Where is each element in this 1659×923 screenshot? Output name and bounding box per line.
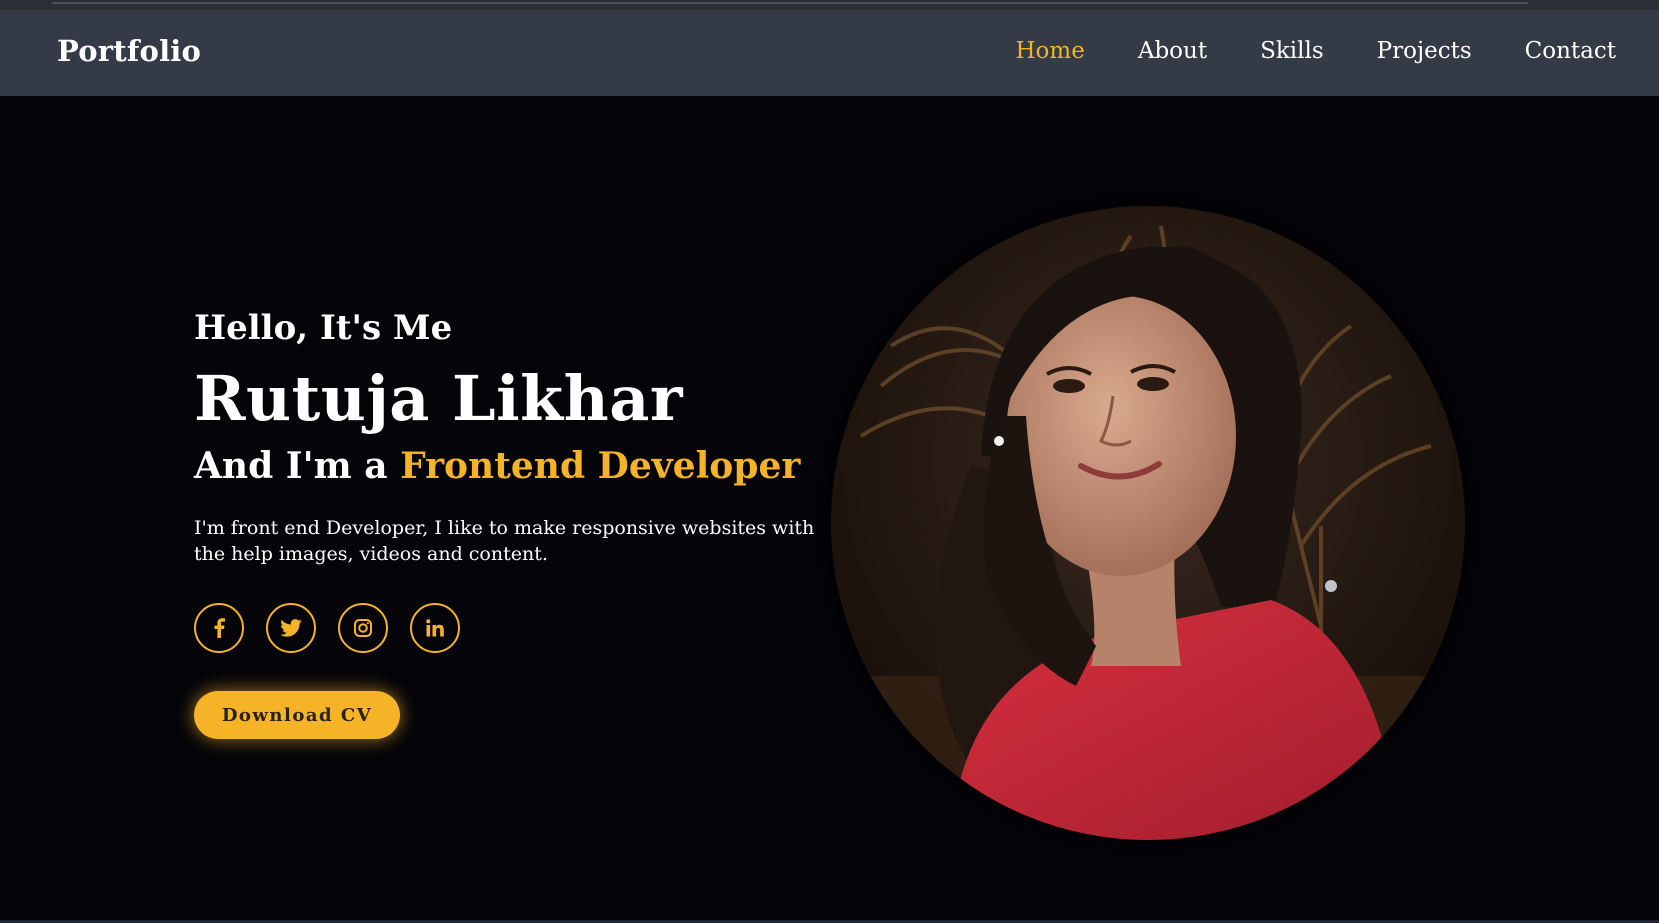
hero-name: Rutuja Likhar [194,362,684,435]
profile-photo-illustration [831,206,1465,840]
hero-greeting: Hello, It's Me [194,308,453,348]
facebook-icon [214,618,225,638]
nav-projects[interactable]: Projects [1377,38,1472,64]
nav-about[interactable]: About [1138,38,1207,64]
twitter-link[interactable] [266,603,316,653]
logo[interactable]: Portfolio [57,34,201,68]
linkedin-icon [426,619,444,637]
navbar: Portfolio Home About Skills Projects Con… [0,10,1659,96]
main-nav: Home About Skills Projects Contact [963,38,1617,64]
role-highlight: Frontend Developer [400,445,801,487]
download-cv-button[interactable]: Download CV [194,691,400,739]
linkedin-link[interactable] [410,603,460,653]
role-prefix: And I'm a [194,445,401,487]
top-divider [52,2,1528,4]
instagram-icon [354,619,372,637]
social-links [194,603,482,653]
hero-role: And I'm a Frontend Developer [194,445,800,487]
twitter-icon [280,619,302,637]
nav-contact[interactable]: Contact [1525,38,1616,64]
instagram-link[interactable] [338,603,388,653]
nav-skills[interactable]: Skills [1260,38,1324,64]
window-top-bar [0,0,1659,10]
hero-description: I'm front end Developer, I like to make … [194,517,815,565]
profile-photo [831,206,1465,840]
nav-home[interactable]: Home [1016,38,1085,64]
facebook-link[interactable] [194,603,244,653]
